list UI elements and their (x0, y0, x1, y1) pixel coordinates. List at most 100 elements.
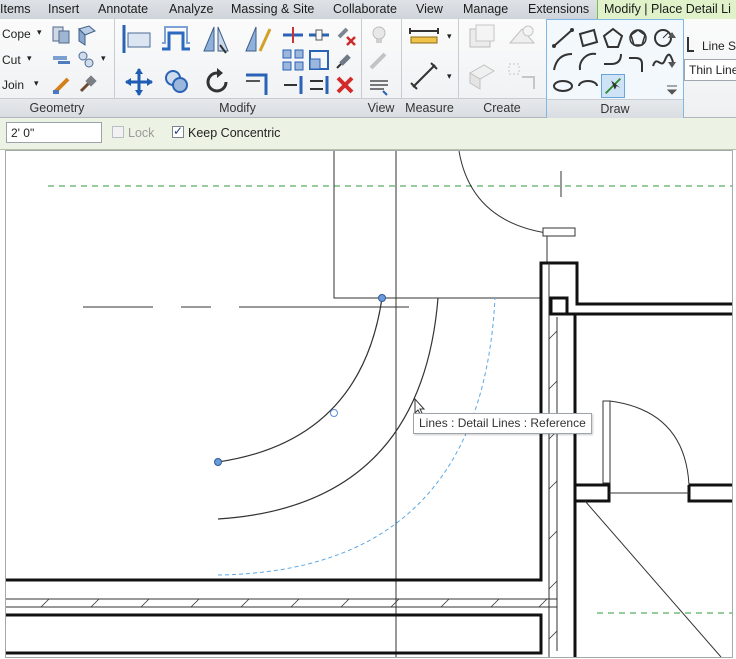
circumscribed-polygon-icon[interactable] (626, 26, 650, 50)
draw-panel: Draw (546, 19, 684, 119)
create-parts-icon[interactable] (506, 23, 538, 53)
delete-icon[interactable] (333, 73, 357, 97)
wall-joins-icon[interactable] (50, 23, 74, 47)
linework-icon[interactable] (367, 48, 391, 72)
demolish-icon[interactable] (75, 73, 99, 97)
align-icon[interactable] (120, 23, 154, 55)
partial-ellipse-icon[interactable] (576, 74, 600, 98)
ribbon: Cope Cut Join ▾ ▾ ▾ ▾ Geometry Modify Vi… (0, 19, 736, 119)
reference-arc-preview (217, 297, 496, 576)
array-icon[interactable] (281, 48, 305, 72)
pick-lines-icon[interactable] (601, 74, 625, 98)
tab-insert[interactable]: Insert (48, 0, 79, 19)
geometry-panel-title: Geometry (0, 98, 114, 117)
lock-label: Lock (128, 126, 155, 140)
copy-icon[interactable] (162, 67, 192, 97)
center-ends-arc-icon[interactable] (576, 50, 600, 74)
move-icon[interactable] (124, 67, 154, 97)
override-graphics-icon[interactable] (367, 23, 391, 47)
scale-icon[interactable] (307, 48, 331, 72)
tab-massing-site[interactable]: Massing & Site (231, 0, 314, 19)
door-leaf-top (542, 227, 576, 237)
door-swing-arc-right (609, 400, 690, 486)
keep-concentric-checkbox[interactable] (172, 124, 184, 138)
unjoin-icon[interactable] (75, 48, 99, 72)
pin-icon[interactable] (333, 48, 357, 72)
options-bar: 2' 0" Lock Keep Concentric (0, 118, 736, 150)
line-tool-icon[interactable] (551, 26, 575, 50)
cope-dropdown-icon[interactable]: ▾ (37, 27, 42, 38)
drawing-canvas[interactable] (5, 150, 733, 658)
lock-checkbox[interactable] (112, 126, 124, 138)
view-panel-title: View (361, 98, 401, 117)
keep-concentric-label: Keep Concentric (188, 126, 281, 140)
draw-gallery-scroll-icon[interactable] (665, 24, 679, 96)
detail-drawing[interactable] (6, 151, 732, 657)
cope-button[interactable]: Cope (2, 27, 31, 41)
diagonal-line (584, 500, 722, 657)
tab-analyze[interactable]: Analyze (169, 0, 213, 19)
radius-input[interactable]: 2' 0" (6, 122, 102, 143)
trim-extend-corner-icon[interactable] (242, 67, 272, 97)
trim-extend-single-icon[interactable] (281, 73, 305, 97)
create-similar-icon[interactable] (506, 61, 538, 93)
create-assembly-icon[interactable] (466, 23, 498, 53)
start-end-radius-arc-icon[interactable] (551, 50, 575, 74)
mirror-pick-axis-icon[interactable] (200, 23, 232, 57)
tab-manage[interactable]: Manage (463, 0, 508, 19)
join-button[interactable]: Join (2, 78, 24, 92)
tab-view[interactable]: View (416, 0, 443, 19)
cut-dropdown-icon[interactable]: ▾ (27, 53, 32, 64)
door-swing-arc-top (458, 151, 548, 234)
rotate-icon[interactable] (202, 67, 232, 97)
room-boundary-line (333, 151, 541, 299)
inscribed-polygon-icon[interactable] (601, 26, 625, 50)
arc-mid-grip[interactable] (330, 409, 338, 417)
unjoin-dropdown-icon[interactable]: ▾ (101, 53, 106, 64)
detail-arc-selected[interactable] (217, 297, 383, 463)
arc-end-grip-top[interactable] (378, 294, 386, 302)
mirror-draw-axis-icon[interactable] (242, 23, 274, 57)
line-style-panel: Line S Thin Line (682, 19, 736, 117)
split-face-icon[interactable] (75, 23, 99, 47)
wall-core-lines (548, 263, 558, 657)
arc-end-grip-bottom[interactable] (214, 458, 222, 466)
ribbon-tab-bar: Items Insert Annotate Analyze Massing & … (0, 0, 736, 20)
modify-panel: Modify (114, 19, 362, 117)
tab-items[interactable]: Items (0, 0, 31, 19)
create-panel: Create (458, 19, 547, 117)
ellipse-tool-icon[interactable] (551, 74, 575, 98)
create-group-icon[interactable] (466, 61, 498, 93)
line-style-dropdown[interactable]: Thin Line (684, 59, 736, 81)
geometry-panel: Cope Cut Join ▾ ▾ ▾ ▾ Geometry (0, 19, 115, 117)
offset-icon[interactable] (159, 23, 193, 55)
wall-hatch (40, 330, 558, 640)
measure-panel-title: Measure (401, 98, 458, 117)
measure-between-icon[interactable] (407, 25, 441, 47)
dimension-dropdown-icon[interactable]: ▾ (447, 71, 452, 82)
tangent-end-arc-icon[interactable] (601, 50, 625, 74)
fillet-arc-icon[interactable] (626, 50, 650, 74)
detail-arc-outer[interactable] (217, 297, 439, 520)
join-dropdown-icon[interactable]: ▾ (34, 78, 39, 89)
unpin-icon[interactable] (333, 23, 357, 47)
column-box (549, 296, 569, 316)
tab-annotate[interactable]: Annotate (98, 0, 148, 19)
join-geometry-icon[interactable] (50, 48, 74, 72)
rectangle-tool-icon[interactable] (576, 26, 600, 50)
measure-panel: ▾ ▾ Measure (401, 19, 459, 117)
dimension-icon[interactable] (407, 59, 441, 93)
paint-icon[interactable] (50, 73, 74, 97)
door-leaf-right (602, 400, 611, 484)
cut-button[interactable]: Cut (2, 53, 21, 67)
wall-layer-lines (6, 598, 557, 608)
trim-extend-multiple-icon[interactable] (307, 73, 331, 97)
tab-extensions[interactable]: Extensions (528, 0, 589, 19)
tab-collaborate[interactable]: Collaborate (333, 0, 397, 19)
hide-element-icon[interactable] (367, 73, 391, 97)
tab-modify-place-detail-lines[interactable]: Modify | Place Detail Li (597, 0, 736, 19)
split-element-icon[interactable] (281, 23, 305, 47)
measure-dropdown-icon[interactable]: ▾ (447, 31, 452, 42)
split-with-gap-icon[interactable] (307, 23, 331, 47)
view-panel: View (361, 19, 402, 117)
